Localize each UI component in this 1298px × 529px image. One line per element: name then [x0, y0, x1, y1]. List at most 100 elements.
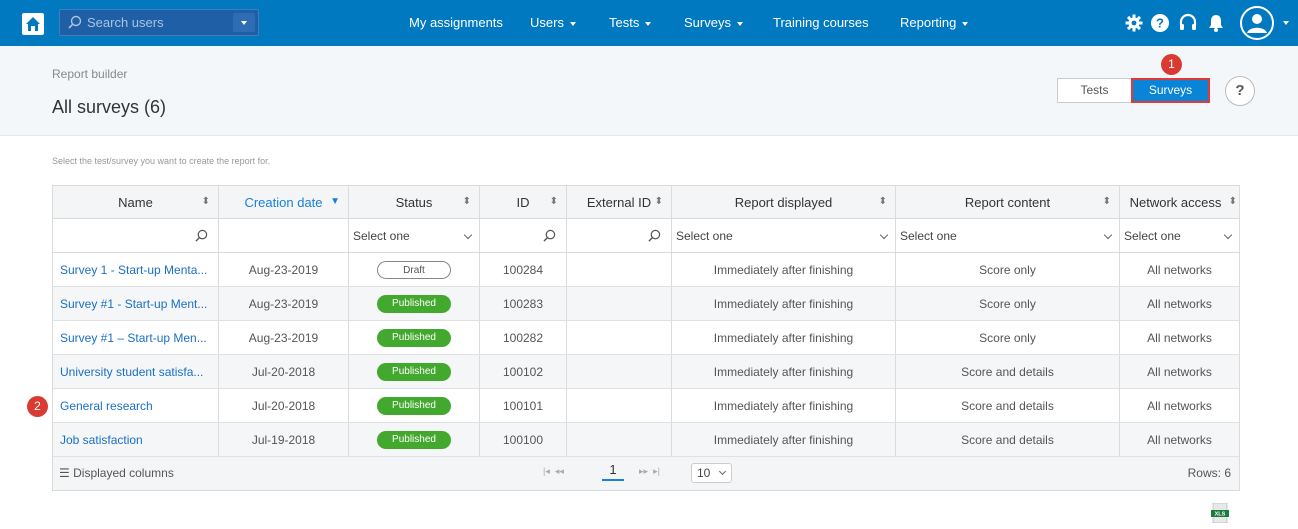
home-button[interactable] [22, 13, 44, 35]
survey-name-link[interactable]: Survey #1 – Start-up Men... [53, 321, 219, 354]
search-scope-dropdown[interactable] [233, 13, 255, 32]
column-header-name[interactable]: Name ⬍ [53, 186, 219, 218]
profile-menu-caret-icon[interactable] [1283, 21, 1289, 25]
sort-icon: ⬍ [201, 196, 210, 207]
report-content-filter-select[interactable]: Select one [896, 219, 1120, 252]
column-header-report-content[interactable]: Report content ⬍ [896, 186, 1120, 218]
id-filter-input[interactable] [480, 219, 567, 252]
table-row[interactable]: General research Jul-20-2018 Published 1… [53, 389, 1239, 423]
table-row[interactable]: Job satisfaction Jul-19-2018 Published 1… [53, 423, 1239, 457]
home-icon [26, 17, 40, 31]
nav-users[interactable]: Users [530, 0, 576, 46]
last-page-icon[interactable]: ▸| [653, 466, 660, 476]
survey-name-link[interactable]: General research [53, 389, 219, 422]
chevron-down-icon [962, 21, 969, 26]
id-cell: 100284 [480, 253, 567, 286]
chevron-down-icon [1223, 230, 1233, 240]
report-content-cell: Score only [896, 253, 1120, 286]
status-badge: Published [377, 328, 451, 347]
table-row[interactable]: University student satisfa... Jul-20-201… [53, 355, 1239, 389]
table-row[interactable]: Survey 1 - Start-up Menta... Aug-23-2019… [53, 253, 1239, 287]
grid-filter-row: Select one Select one Select one Select … [53, 219, 1239, 253]
gear-icon[interactable] [1124, 13, 1144, 33]
chevron-down-icon [736, 21, 743, 26]
network-access-cell: All networks [1147, 398, 1212, 413]
grid-header-row: Name ⬍ Creation date ▼ Status ⬍ ID ⬍ Externa… [53, 186, 1239, 219]
status-cell: Published [349, 287, 480, 320]
nav-surveys[interactable]: Surveys [684, 0, 743, 46]
nav-reporting[interactable]: Reporting [900, 0, 969, 46]
table-row[interactable]: Survey #1 - Start-up Ment... Aug-23-2019… [53, 287, 1239, 321]
xls-export-icon[interactable]: XLS [1211, 503, 1229, 523]
column-header-id[interactable]: ID ⬍ [480, 186, 567, 218]
page-header: Report builder All surveys (6) Tests Sur… [0, 46, 1298, 136]
sort-icon: ⬍ [878, 196, 887, 207]
status-badge: Published [377, 396, 451, 415]
id-cell: 100100 [480, 423, 567, 456]
column-header-creation-date[interactable]: Creation date ▼ [219, 186, 349, 218]
search-users-field[interactable]: Search users [59, 9, 259, 36]
report-content-cell: Score and details [896, 389, 1120, 422]
chevron-down-icon [463, 230, 473, 240]
instruction-text: Select the test/survey you want to creat… [52, 156, 271, 166]
network-access-filter-select[interactable]: Select one [1120, 219, 1239, 252]
help-icon[interactable]: ? [1150, 13, 1170, 33]
pager-prev-controls[interactable]: |◂ ◂◂ [543, 466, 564, 477]
external-id-cell [567, 321, 672, 354]
report-displayed-filter-select[interactable]: Select one [672, 219, 896, 252]
nav-tests[interactable]: Tests [609, 0, 652, 46]
pager-next-controls[interactable]: ▸▸ ▸| [639, 466, 660, 477]
report-displayed-cell: Immediately after finishing [672, 355, 896, 388]
first-page-icon[interactable]: |◂ [543, 466, 550, 476]
search-icon [543, 229, 556, 242]
sort-icon: ⬍ [549, 196, 558, 207]
list-icon: ☰ [59, 466, 70, 480]
nav-my-assignments[interactable]: My assignments [409, 0, 503, 46]
status-cell: Published [349, 321, 480, 354]
network-access-cell: All networks [1147, 364, 1212, 379]
survey-name-link[interactable]: University student satisfa... [53, 355, 219, 388]
id-cell: 100282 [480, 321, 567, 354]
survey-name-link[interactable]: Job satisfaction [53, 423, 219, 456]
bell-icon[interactable] [1206, 13, 1226, 33]
creation-date-cell: Aug-23-2019 [219, 287, 349, 320]
creation-date-cell: Jul-20-2018 [219, 389, 349, 422]
column-header-external-id[interactable]: External ID ⬍ [567, 186, 672, 218]
page-help-button[interactable]: ? [1225, 76, 1255, 106]
nav-training-courses[interactable]: Training courses [773, 0, 869, 46]
search-placeholder: Search users [87, 15, 164, 30]
surveys-toggle-button[interactable]: Surveys [1131, 78, 1210, 103]
current-page[interactable]: 1 [602, 462, 624, 481]
name-filter-input[interactable] [53, 219, 219, 252]
rows-count: Rows: 6 [1187, 466, 1231, 480]
external-id-filter-input[interactable] [567, 219, 672, 252]
next-page-icon[interactable]: ▸▸ [639, 466, 648, 476]
external-id-cell [567, 389, 672, 422]
external-id-cell [567, 287, 672, 320]
column-header-report-displayed[interactable]: Report displayed ⬍ [672, 186, 896, 218]
table-row[interactable]: Survey #1 – Start-up Men... Aug-23-2019 … [53, 321, 1239, 355]
network-access-cell: All networks [1147, 262, 1212, 277]
external-id-cell [567, 253, 672, 286]
page-size-select[interactable]: 10 [691, 463, 732, 483]
report-displayed-cell: Immediately after finishing [672, 389, 896, 422]
external-id-cell [567, 423, 672, 456]
status-filter-select[interactable]: Select one [349, 219, 480, 252]
sort-icon: ⬍ [1102, 196, 1111, 207]
chevron-down-icon [1103, 230, 1113, 240]
tests-toggle-button[interactable]: Tests [1057, 78, 1131, 103]
column-header-status[interactable]: Status ⬍ [349, 186, 480, 218]
displayed-columns-button[interactable]: ☰ Displayed columns [59, 466, 174, 480]
status-cell: Published [349, 389, 480, 422]
sort-icon: ⬍ [1228, 196, 1237, 207]
network-access-cell: All networks [1147, 432, 1212, 447]
status-cell: Draft [349, 253, 480, 286]
status-badge: Published [377, 362, 451, 381]
prev-page-icon[interactable]: ◂◂ [555, 466, 564, 476]
user-avatar-icon[interactable] [1240, 6, 1274, 40]
survey-name-link[interactable]: Survey 1 - Start-up Menta... [53, 253, 219, 286]
survey-name-link[interactable]: Survey #1 - Start-up Ment... [53, 287, 219, 320]
column-header-network-access[interactable]: Network access ⬍ [1120, 186, 1239, 218]
headset-icon[interactable] [1178, 13, 1198, 33]
creation-date-filter[interactable] [219, 219, 349, 252]
